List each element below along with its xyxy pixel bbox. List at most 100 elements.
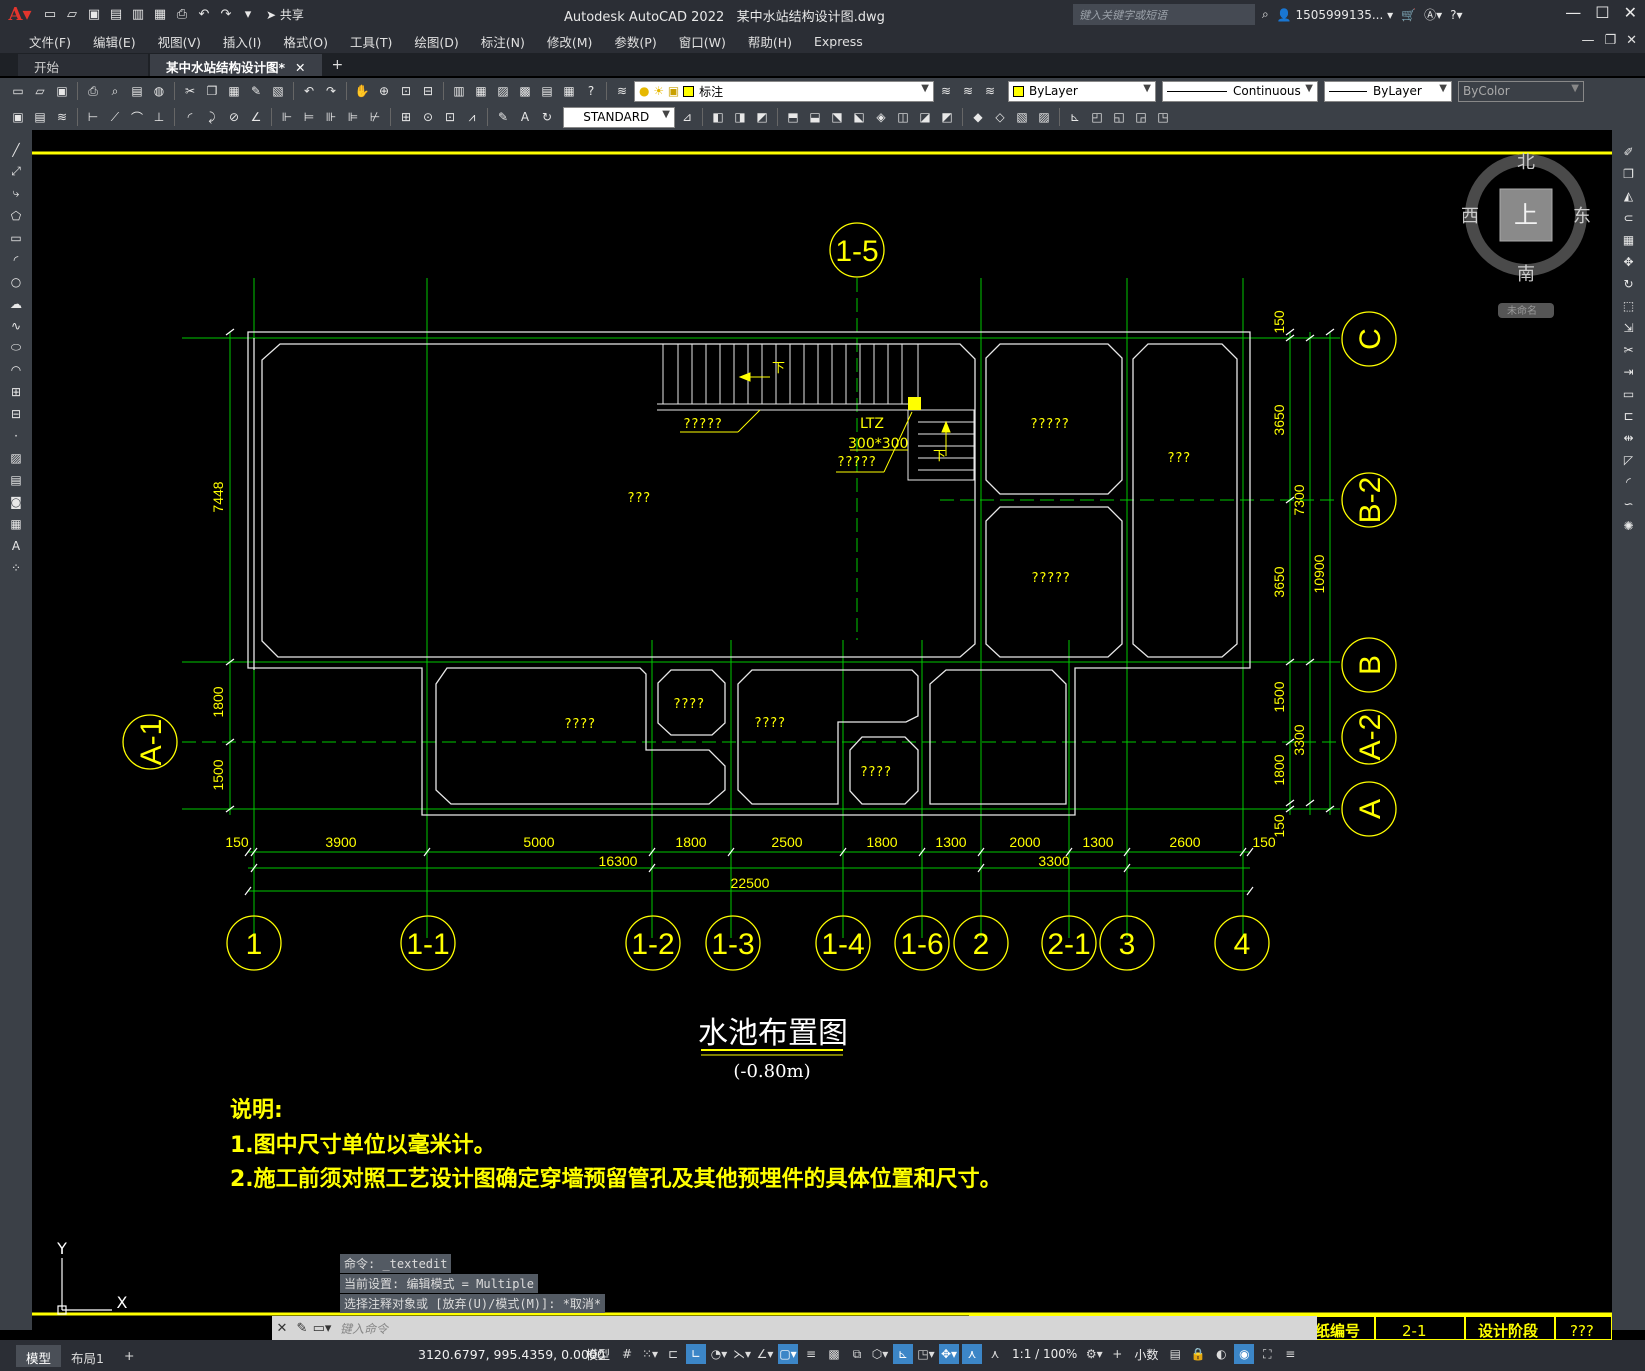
- add-selected-icon[interactable]: ⁘: [6, 558, 26, 577]
- ortho-icon[interactable]: ∟: [686, 1344, 707, 1364]
- menu-format[interactable]: 格式(O): [272, 32, 339, 51]
- tab-close-icon[interactable]: ✕: [295, 60, 305, 75]
- autodesk-a360-icon[interactable]: Ⓐ▾: [1424, 6, 1442, 23]
- matchprop-icon[interactable]: ✎: [246, 81, 266, 101]
- menu-insert[interactable]: 插入(I): [212, 32, 272, 51]
- add-layout-icon[interactable]: +: [114, 1345, 144, 1367]
- quick-dim-icon[interactable]: ⊩: [277, 107, 297, 127]
- cut-icon[interactable]: ✂: [180, 81, 200, 101]
- arc-icon[interactable]: ◜: [6, 250, 26, 269]
- mtext-icon[interactable]: A: [6, 536, 26, 555]
- dimstyle-dropdown[interactable]: STANDARD ▼: [563, 106, 675, 128]
- osnap-icon[interactable]: ▢▾: [778, 1344, 799, 1364]
- workspace-gear-icon[interactable]: ⚙▾: [1084, 1344, 1104, 1364]
- 3dosnap-icon[interactable]: ⬡▾: [870, 1344, 890, 1364]
- move-icon[interactable]: ✥: [1619, 252, 1639, 271]
- publish-icon[interactable]: ▥: [128, 5, 148, 25]
- customize-icon[interactable]: ▾: [238, 5, 258, 25]
- command-input[interactable]: 键入命令: [340, 1320, 388, 1337]
- union-icon[interactable]: ◫: [893, 107, 913, 127]
- menu-modify[interactable]: 修改(M): [536, 32, 604, 51]
- viewcube-east[interactable]: 东: [1573, 206, 1591, 227]
- snap-icon[interactable]: ⁙▾: [640, 1344, 660, 1364]
- dim-jog-line-icon[interactable]: ⩘: [462, 107, 482, 127]
- doc-minimize-icon[interactable]: —: [1581, 33, 1594, 48]
- user-button[interactable]: 👤 1505999135... ▾: [1277, 8, 1393, 22]
- render-icon[interactable]: ◲: [1131, 107, 1151, 127]
- quick-properties-icon[interactable]: ▤: [1165, 1344, 1185, 1364]
- customization-icon[interactable]: ≡: [1280, 1344, 1300, 1364]
- drawing-canvas[interactable]: 下 下 LTZ 300*300 ??? ????? ??? ????? ????…: [32, 130, 1612, 1340]
- cylinder-icon[interactable]: ◨: [730, 107, 750, 127]
- menu-help[interactable]: 帮助(H): [737, 32, 803, 51]
- autoscale-icon[interactable]: ⋏: [985, 1344, 1005, 1364]
- rectangle-icon[interactable]: ▭: [6, 228, 26, 247]
- slice-icon[interactable]: ◆: [968, 107, 988, 127]
- lineweight-dropdown[interactable]: ByLayer ▼: [1324, 80, 1452, 102]
- dim-diameter-icon[interactable]: ⊘: [224, 107, 244, 127]
- gizmo-icon[interactable]: ✥▾: [939, 1344, 960, 1364]
- 3dprint-icon[interactable]: ◍: [149, 81, 169, 101]
- command-customize-icon[interactable]: ✎: [292, 1317, 312, 1339]
- save-icon[interactable]: ▣: [52, 81, 72, 101]
- isodraft-icon[interactable]: ⋋▾: [732, 1344, 752, 1364]
- dim-jogged-icon[interactable]: ⤸: [202, 107, 222, 127]
- fillet-icon[interactable]: ◜: [1619, 472, 1639, 491]
- insert-block-icon[interactable]: ⊞: [6, 382, 26, 401]
- clean-screen-icon[interactable]: ⛶: [1257, 1344, 1277, 1364]
- selection-cycling-icon[interactable]: ⧉: [847, 1344, 867, 1364]
- materials-icon[interactable]: ◳: [1153, 107, 1173, 127]
- intersect-icon[interactable]: ◩: [937, 107, 957, 127]
- stretch-icon[interactable]: ⇲: [1619, 318, 1639, 337]
- coordinates-readout[interactable]: 3120.6797, 995.4359, 0.0000: [418, 1347, 605, 1362]
- menu-file[interactable]: 文件(F): [18, 32, 82, 51]
- dim-continue-icon[interactable]: ⊪: [321, 107, 341, 127]
- saveas-icon[interactable]: ▤: [106, 5, 126, 25]
- chamfer-icon[interactable]: ◸: [1619, 450, 1639, 469]
- viewcube-north[interactable]: 北: [1517, 152, 1535, 173]
- mirror-icon[interactable]: ◭: [1619, 186, 1639, 205]
- shell-icon[interactable]: ▨: [1034, 107, 1054, 127]
- viewcube-west[interactable]: 西: [1461, 206, 1479, 227]
- explode-icon[interactable]: ✺: [1619, 516, 1639, 535]
- zoom-previous-icon[interactable]: ⊟: [418, 81, 438, 101]
- menu-tools[interactable]: 工具(T): [339, 32, 403, 51]
- dim-edit-icon[interactable]: ✎: [493, 107, 513, 127]
- circle-icon[interactable]: ○: [6, 272, 26, 291]
- paste-icon[interactable]: ▦: [224, 81, 244, 101]
- extrude-icon[interactable]: ⬒: [783, 107, 803, 127]
- copy-icon[interactable]: ❐: [202, 81, 222, 101]
- join-icon[interactable]: ⇹: [1619, 428, 1639, 447]
- trim-icon[interactable]: ✂: [1619, 340, 1639, 359]
- presspull-icon[interactable]: ⬓: [805, 107, 825, 127]
- layer-state-icon[interactable]: ≋: [980, 81, 1000, 101]
- revcloud-icon[interactable]: ☁: [6, 294, 26, 313]
- break-at-point-icon[interactable]: ▭: [1619, 384, 1639, 403]
- subtract-icon[interactable]: ◪: [915, 107, 935, 127]
- zoom-realtime-icon[interactable]: ⊕: [374, 81, 394, 101]
- doc-close-icon[interactable]: ✕: [1626, 33, 1637, 48]
- sheetset-icon[interactable]: ▩: [515, 81, 535, 101]
- inspection-icon[interactable]: ⊡: [440, 107, 460, 127]
- polyline-icon[interactable]: ⤷: [6, 184, 26, 203]
- open-icon[interactable]: ▱: [62, 5, 82, 25]
- layer-properties-icon[interactable]: ≋: [612, 81, 632, 101]
- dim-update-icon[interactable]: ↻: [537, 107, 557, 127]
- properties-icon[interactable]: ▥: [449, 81, 469, 101]
- plot-icon[interactable]: ▦: [150, 5, 170, 25]
- print-icon[interactable]: ⎙: [172, 5, 192, 25]
- viewcube-south[interactable]: 南: [1517, 264, 1535, 285]
- menu-draw[interactable]: 绘图(D): [403, 32, 469, 51]
- quickcalc-icon[interactable]: ▤: [30, 107, 50, 127]
- dim-text-edit-icon[interactable]: A: [515, 107, 535, 127]
- menu-parametric[interactable]: 参数(P): [603, 32, 667, 51]
- break-icon[interactable]: ⊏: [1619, 406, 1639, 425]
- annotation-scale[interactable]: 1:1 / 100%: [1008, 1347, 1081, 1361]
- blend-icon[interactable]: ∽: [1619, 494, 1639, 513]
- dim-ordinate-icon[interactable]: ⊥: [149, 107, 169, 127]
- menu-express[interactable]: Express: [803, 34, 874, 49]
- otrack-icon[interactable]: ∠▾: [755, 1344, 775, 1364]
- annotation-visibility-icon[interactable]: ⋏: [962, 1344, 983, 1364]
- view-icon[interactable]: ◰: [1087, 107, 1107, 127]
- linetype-dropdown[interactable]: Continuous ▼: [1162, 80, 1318, 102]
